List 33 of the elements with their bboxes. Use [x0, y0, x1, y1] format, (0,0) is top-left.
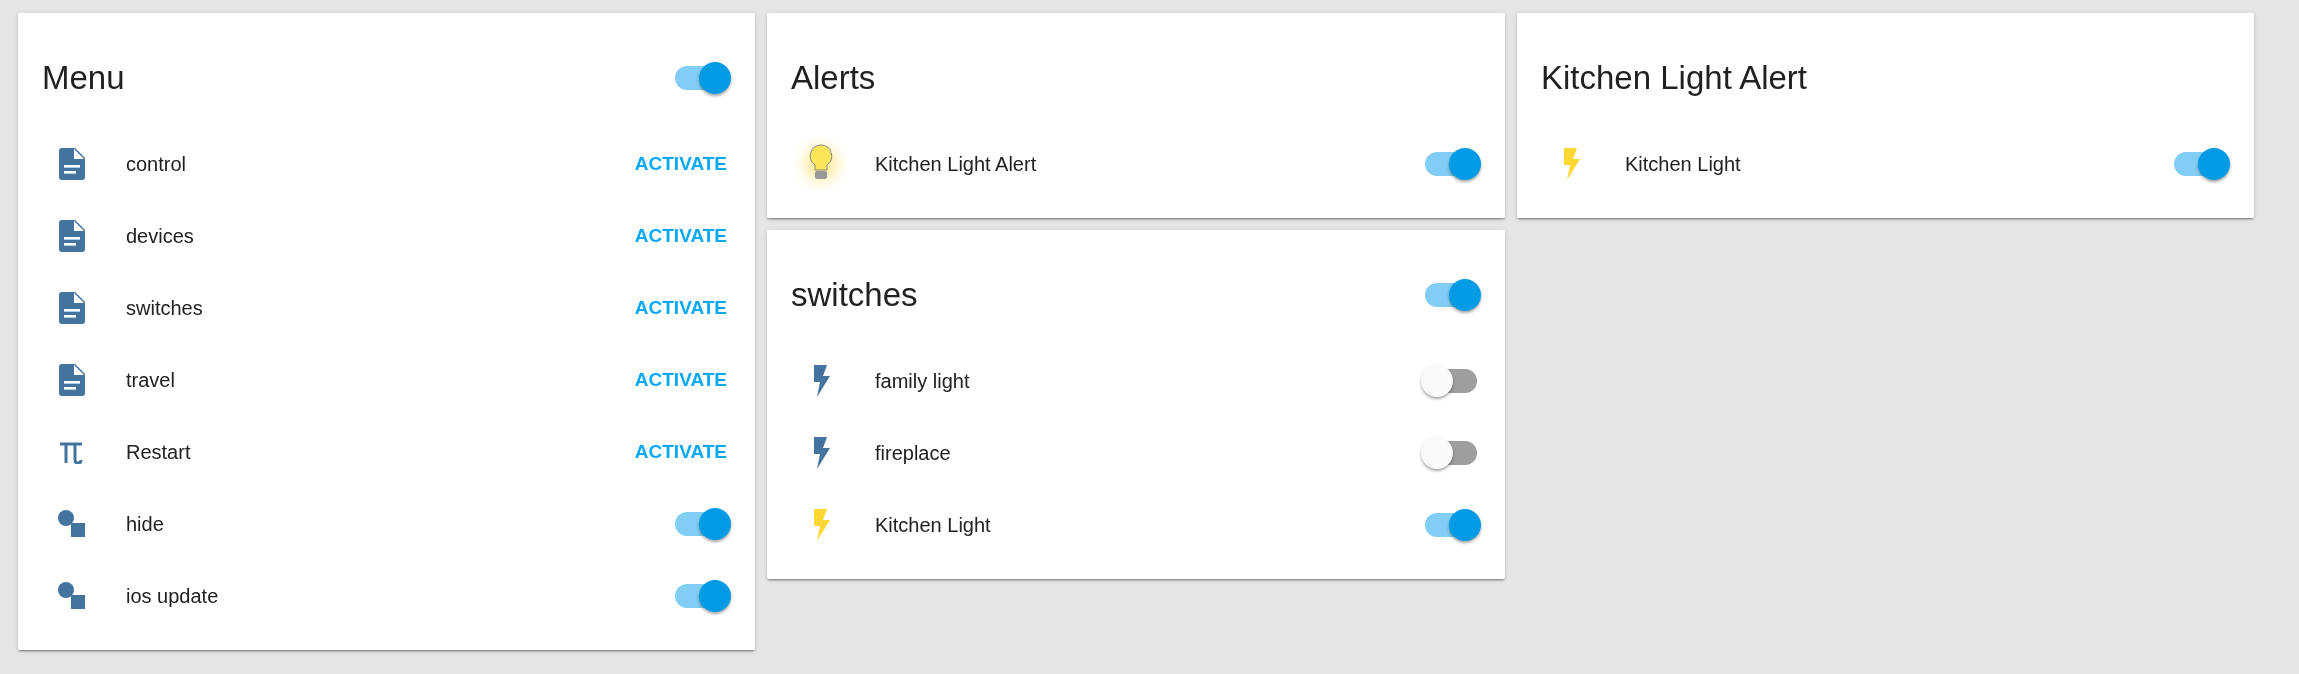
entity-name: travel: [126, 368, 176, 392]
entity-name: Kitchen Light: [1625, 152, 1742, 176]
activate-button[interactable]: ACTIVATE: [634, 291, 727, 325]
pi-icon: [59, 440, 85, 464]
document-icon: [59, 148, 85, 180]
document-icon: [59, 292, 85, 324]
card-title: Alerts: [791, 59, 876, 97]
activate-button[interactable]: ACTIVATE: [634, 147, 727, 181]
entity-name: control: [126, 152, 188, 176]
entity-name: devices: [126, 224, 195, 248]
lightning-icon: [812, 509, 830, 541]
card-title: Menu: [42, 59, 125, 97]
activate-button[interactable]: ACTIVATE: [634, 363, 727, 397]
document-icon: [59, 220, 85, 252]
entity-name: Restart: [126, 440, 192, 464]
entity-name: hide: [126, 512, 165, 536]
lightning-icon: [1562, 148, 1580, 180]
light-bulb-icon: [792, 135, 850, 193]
card-title: switches: [791, 276, 918, 314]
activate-button[interactable]: ACTIVATE: [634, 219, 727, 253]
entity-name: switches: [126, 296, 204, 320]
entity-name: fireplace: [875, 441, 952, 465]
entity-name: Kitchen Light: [875, 513, 992, 537]
lightning-icon: [812, 437, 830, 469]
entity-name: ios update: [126, 584, 220, 608]
shapes-icon: [57, 509, 87, 539]
shapes-icon: [57, 581, 87, 611]
activate-button[interactable]: ACTIVATE: [634, 435, 727, 469]
lightning-icon: [812, 365, 830, 397]
entity-name: Kitchen Light Alert: [875, 152, 1038, 176]
entity-name: family light: [875, 369, 971, 393]
card-title: Kitchen Light Alert: [1541, 59, 1807, 97]
document-icon: [59, 364, 85, 396]
